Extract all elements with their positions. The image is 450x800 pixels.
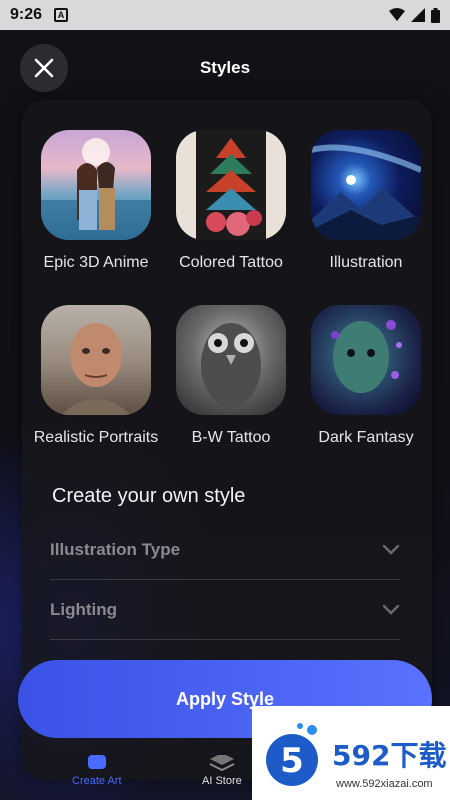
chevron-down-icon bbox=[382, 604, 400, 615]
galaxy-mountains-thumbnail bbox=[311, 130, 421, 240]
592-logo-icon: 5 bbox=[266, 723, 318, 786]
notification-a-icon: A bbox=[54, 8, 69, 22]
style-option-bw-tattoo[interactable]: B-W Tattoo bbox=[161, 305, 301, 447]
pagoda-tattoo-thumbnail bbox=[176, 130, 286, 240]
nav-label: AI Store bbox=[202, 775, 242, 787]
style-label: Realistic Portraits bbox=[33, 429, 159, 446]
style-option-epic-3d-anime[interactable]: Epic 3D Anime bbox=[26, 130, 166, 272]
watermark-brand: 592下载 bbox=[332, 739, 447, 772]
battery-icon bbox=[431, 7, 440, 23]
style-label: Dark Fantasy bbox=[318, 429, 414, 446]
style-label: Illustration bbox=[329, 254, 403, 271]
create-style-title: Create your own style bbox=[52, 485, 246, 507]
style-option-illustration[interactable]: Illustration bbox=[296, 130, 436, 272]
create-art-icon bbox=[87, 755, 106, 769]
wifi-icon bbox=[389, 8, 405, 21]
style-label: Colored Tattoo bbox=[179, 254, 283, 271]
fantasy-face-thumbnail bbox=[311, 305, 421, 415]
nav-create-art[interactable]: Create Art bbox=[72, 755, 122, 787]
owl-tattoo-thumbnail bbox=[176, 305, 286, 415]
signal-icon bbox=[411, 8, 425, 22]
dropdown-label: Illustration Type bbox=[50, 539, 181, 559]
svg-text:5: 5 bbox=[280, 741, 304, 781]
status-icons bbox=[389, 7, 440, 23]
status-bar: 9:26 A bbox=[0, 0, 450, 30]
nav-label: Create Art bbox=[72, 775, 122, 787]
page-title: Styles bbox=[199, 58, 251, 77]
illustration-type-dropdown[interactable]: Illustration Type bbox=[50, 520, 400, 580]
layers-icon bbox=[209, 755, 235, 771]
anime-couple-thumbnail bbox=[41, 130, 151, 240]
nav-ai-store[interactable]: AI Store bbox=[202, 755, 242, 787]
style-label: Epic 3D Anime bbox=[43, 254, 149, 271]
styles-screen: Styles Epic 3D Anime Colored Tattoo Illu… bbox=[0, 30, 450, 800]
old-man-portrait-thumbnail bbox=[41, 305, 151, 415]
site-watermark: 5 592下载 www.592xiazai.com bbox=[252, 706, 450, 800]
watermark-url: www.592xiazai.com bbox=[336, 778, 433, 790]
style-option-realistic-portraits[interactable]: Realistic Portraits bbox=[26, 305, 166, 447]
chevron-down-icon bbox=[382, 544, 400, 555]
style-option-dark-fantasy[interactable]: Dark Fantasy bbox=[296, 305, 436, 447]
lighting-dropdown[interactable]: Lighting bbox=[50, 580, 400, 640]
dropdown-label: Lighting bbox=[50, 599, 118, 619]
status-time: 9:26 bbox=[10, 6, 43, 23]
style-label: B-W Tattoo bbox=[191, 429, 271, 446]
style-option-colored-tattoo[interactable]: Colored Tattoo bbox=[161, 130, 301, 272]
